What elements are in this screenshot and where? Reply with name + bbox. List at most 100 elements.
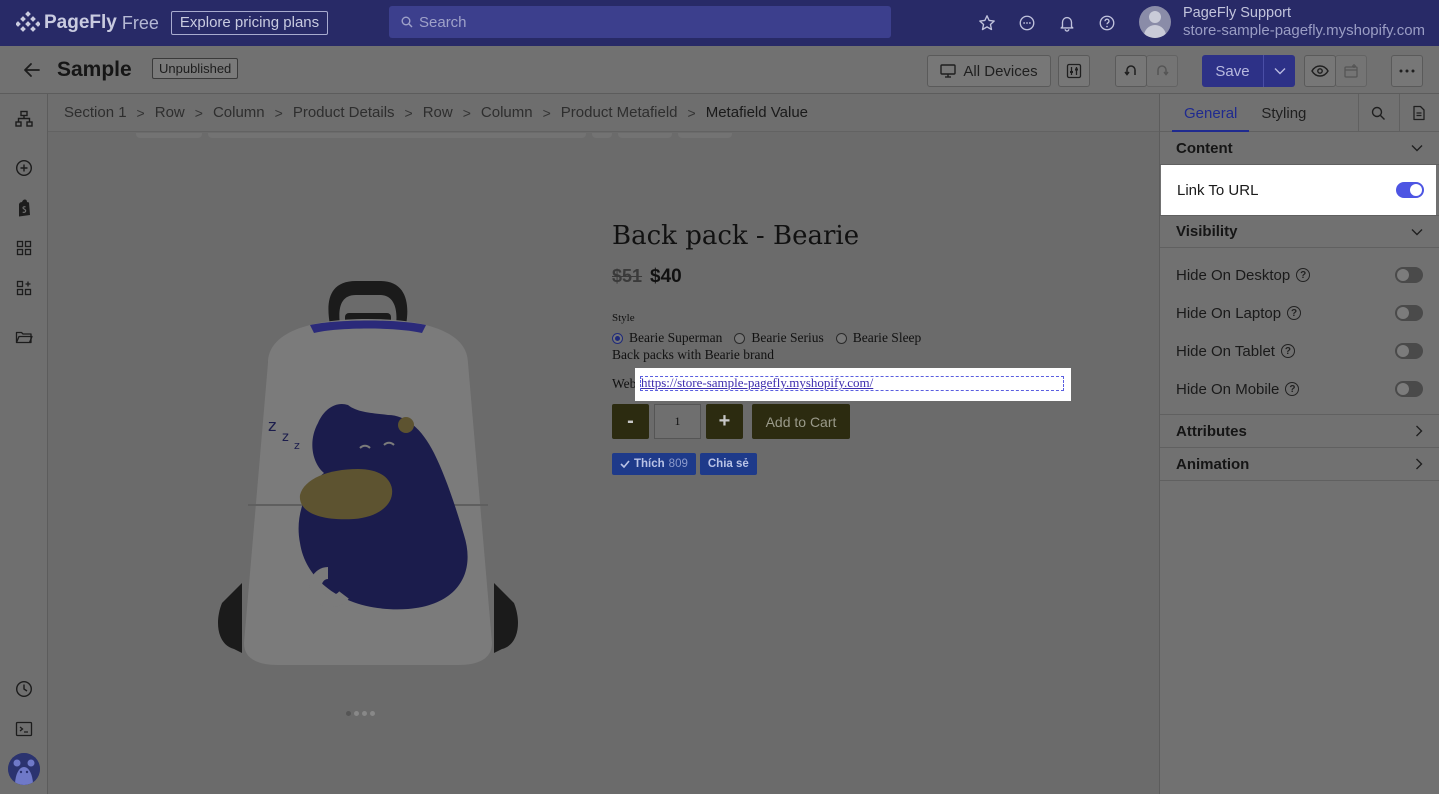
breadcrumb-item[interactable]: Column bbox=[213, 104, 265, 121]
radio-selected[interactable] bbox=[612, 332, 623, 344]
sliders-icon bbox=[1066, 63, 1082, 79]
chevron-right-icon bbox=[1416, 425, 1423, 437]
document-icon[interactable] bbox=[1409, 103, 1429, 123]
help-icon[interactable] bbox=[1096, 12, 1118, 34]
save-options-button[interactable] bbox=[1264, 55, 1295, 87]
metafield-value-link[interactable]: https://store-sample-pagefly.myshopify.c… bbox=[641, 375, 873, 391]
preview-button[interactable] bbox=[1304, 55, 1336, 87]
hide-mobile-toggle[interactable] bbox=[1395, 381, 1423, 397]
tab-divider bbox=[1399, 94, 1400, 132]
explore-pricing-button[interactable]: Explore pricing plans bbox=[170, 11, 329, 35]
product-price[interactable]: $40 bbox=[650, 266, 682, 288]
publish-button[interactable] bbox=[1335, 55, 1367, 87]
star-icon[interactable] bbox=[976, 12, 998, 34]
metafield-label[interactable]: Web bbox=[612, 376, 636, 392]
help-circle-icon[interactable]: ? bbox=[1280, 344, 1295, 358]
user-account[interactable]: PageFly Support store-sample-pagefly.mys… bbox=[1139, 5, 1425, 39]
variant-label: Style bbox=[612, 312, 635, 324]
hide-desktop-toggle[interactable] bbox=[1395, 267, 1423, 283]
social-buttons: Thích 809 Chia sẻ bbox=[612, 453, 757, 475]
breadcrumb-separator: > bbox=[404, 104, 413, 121]
section-attributes[interactable]: Attributes bbox=[1160, 415, 1439, 448]
product-title[interactable]: Back pack - Bearie bbox=[612, 221, 859, 251]
carousel-dot[interactable] bbox=[370, 711, 375, 716]
compare-price[interactable]: $51 bbox=[612, 266, 642, 287]
page-title[interactable]: Sample bbox=[57, 58, 132, 82]
back-button[interactable] bbox=[20, 59, 44, 81]
breadcrumb-item[interactable]: Product Metafield bbox=[561, 104, 678, 121]
bell-icon[interactable] bbox=[1056, 12, 1078, 34]
hide-tablet-toggle[interactable] bbox=[1395, 343, 1423, 359]
help-circle-icon[interactable]: ? bbox=[1287, 306, 1302, 320]
product-description[interactable]: Back packs with Bearie brand bbox=[612, 347, 774, 363]
carousel-dot[interactable] bbox=[346, 711, 351, 716]
section-animation[interactable]: Animation bbox=[1160, 448, 1439, 481]
variant-option[interactable]: Bearie Superman bbox=[612, 330, 722, 346]
help-circle-icon[interactable]: ? bbox=[1285, 382, 1300, 396]
editor-toolbar: Sample Unpublished All Devices Save bbox=[0, 46, 1439, 94]
section-visibility[interactable]: Visibility bbox=[1160, 215, 1439, 248]
radio-unselected[interactable] bbox=[734, 332, 746, 344]
page-settings-button[interactable] bbox=[1058, 55, 1090, 87]
quantity-input[interactable]: 1 bbox=[654, 404, 701, 439]
visibility-options: Hide On Desktop? Hide On Laptop? Hide On… bbox=[1160, 248, 1439, 415]
facebook-share-button[interactable]: Chia sẻ bbox=[699, 453, 757, 475]
chevron-right-icon bbox=[1416, 458, 1423, 470]
hide-tablet-label: Hide On Tablet bbox=[1176, 342, 1275, 360]
save-button[interactable]: Save bbox=[1202, 55, 1264, 87]
terminal-icon[interactable] bbox=[14, 719, 34, 739]
variant-option[interactable]: Bearie Serius bbox=[734, 330, 824, 346]
brand-logo[interactable]: PageFly Free bbox=[16, 11, 159, 35]
help-circle-icon[interactable]: ? bbox=[1296, 268, 1311, 282]
breadcrumb-item[interactable]: Row bbox=[155, 104, 185, 121]
shopify-icon[interactable] bbox=[14, 198, 34, 218]
breadcrumb-item[interactable]: Section 1 bbox=[64, 104, 127, 121]
sections-icon[interactable] bbox=[14, 238, 34, 258]
image-carousel-dots[interactable] bbox=[346, 711, 375, 716]
svg-text:z: z bbox=[268, 416, 276, 435]
publish-icon bbox=[1344, 64, 1358, 78]
breadcrumb-item[interactable]: Row bbox=[423, 104, 453, 121]
section-content[interactable]: Content bbox=[1160, 132, 1439, 165]
breadcrumb-separator: > bbox=[542, 104, 551, 121]
breadcrumb-item[interactable]: Product Details bbox=[293, 104, 395, 121]
undo-icon bbox=[1124, 65, 1136, 76]
radio-unselected[interactable] bbox=[835, 332, 847, 344]
carousel-dot[interactable] bbox=[354, 711, 359, 716]
all-devices-button[interactable]: All Devices bbox=[927, 55, 1051, 87]
left-sidebar bbox=[0, 94, 48, 794]
mascot-avatar[interactable] bbox=[8, 753, 40, 785]
chat-icon[interactable] bbox=[1016, 12, 1038, 34]
add-element-icon[interactable] bbox=[14, 158, 34, 178]
tab-general[interactable]: General bbox=[1172, 94, 1250, 132]
history-icon[interactable] bbox=[14, 679, 34, 699]
quantity-increase-button[interactable]: + bbox=[706, 404, 743, 439]
canvas-top-edge bbox=[136, 133, 732, 138]
facebook-like-button[interactable]: Thích 809 bbox=[612, 453, 696, 475]
product-image[interactable]: z z z bbox=[208, 273, 528, 673]
layers-icon[interactable] bbox=[14, 109, 34, 129]
undo-button[interactable] bbox=[1115, 55, 1147, 87]
link-to-url-toggle[interactable] bbox=[1396, 182, 1424, 198]
inspector-search-icon[interactable] bbox=[1368, 103, 1388, 123]
checkmark-icon bbox=[620, 460, 630, 468]
like-count: 809 bbox=[668, 458, 688, 470]
brand-edition: Free bbox=[121, 12, 159, 33]
search-input[interactable]: Search bbox=[389, 6, 891, 38]
quantity-decrease-button[interactable]: - bbox=[612, 404, 649, 439]
hide-laptop-toggle[interactable] bbox=[1395, 305, 1423, 321]
breadcrumb-item[interactable]: Column bbox=[481, 104, 533, 121]
breadcrumb-separator: > bbox=[136, 104, 145, 121]
redo-button[interactable] bbox=[1146, 55, 1178, 87]
more-options-button[interactable] bbox=[1391, 55, 1423, 87]
apps-icon[interactable] bbox=[14, 278, 34, 298]
tab-styling[interactable]: Styling bbox=[1249, 94, 1318, 132]
add-to-cart-button[interactable]: Add to Cart bbox=[752, 404, 850, 439]
breadcrumb-current: Metafield Value bbox=[705, 104, 809, 121]
folder-icon[interactable] bbox=[14, 327, 34, 347]
variant-option[interactable]: Bearie Sleep bbox=[835, 330, 921, 346]
editor-canvas[interactable]: z z z Back pack - Bearie $51 $40 Style B… bbox=[48, 133, 1159, 794]
svg-text:z: z bbox=[294, 439, 300, 452]
carousel-dot[interactable] bbox=[362, 711, 367, 716]
user-avatar bbox=[1139, 6, 1171, 38]
